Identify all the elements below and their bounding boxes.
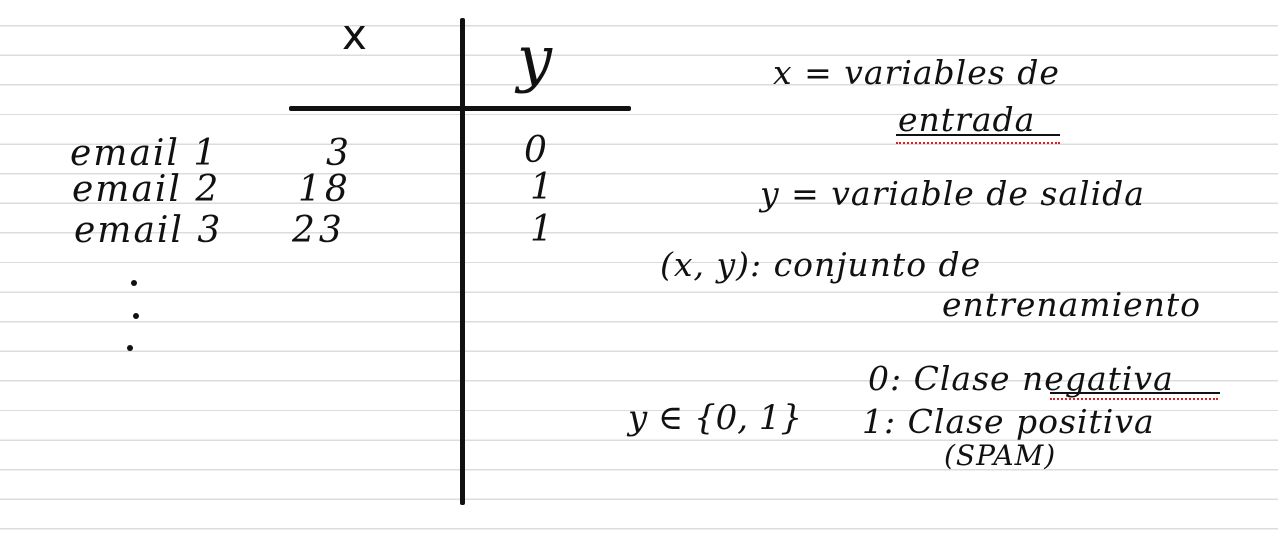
table-row-label: email 1 — [70, 133, 219, 174]
table-row-x: 3 — [326, 133, 353, 174]
note-y-definition: y = variable de salida — [760, 174, 1145, 213]
spellcheck-squiggle — [896, 142, 1060, 144]
note-xy-definition: (x, y): conjunto de — [660, 245, 982, 284]
notes-page: x y email 1 3 0 email 2 18 1 email 3 23 … — [0, 0, 1278, 546]
table-header-x: x — [342, 10, 367, 59]
spellcheck-squiggle — [1050, 398, 1218, 400]
table-row-y: 1 — [530, 209, 553, 250]
table-row-x: 23 — [292, 210, 346, 251]
table-vertical-divider — [460, 18, 465, 505]
table-row-label: email 3 — [74, 210, 223, 251]
table-row-label: email 2 — [72, 169, 221, 210]
table-row-x: 18 — [298, 169, 352, 210]
note-class-positive: 1: Clase positiva — [862, 402, 1155, 441]
note-class-negative: 0: Clase negativa — [868, 359, 1174, 398]
table-row-y: 0 — [524, 130, 547, 171]
note-xy-definition-cont: entrenamiento — [942, 285, 1202, 324]
table-header-underline — [289, 106, 631, 111]
table-header-y: y — [517, 22, 553, 95]
note-spam-label: (SPAM) — [944, 439, 1057, 472]
note-underline — [896, 134, 1060, 136]
note-x-definition: x = variables de — [773, 53, 1060, 92]
note-underline — [1050, 392, 1220, 394]
note-y-set: y ∈ {0, 1} — [628, 398, 803, 438]
note-x-definition-cont: entrada — [898, 100, 1036, 139]
table-row-y: 1 — [530, 167, 553, 208]
